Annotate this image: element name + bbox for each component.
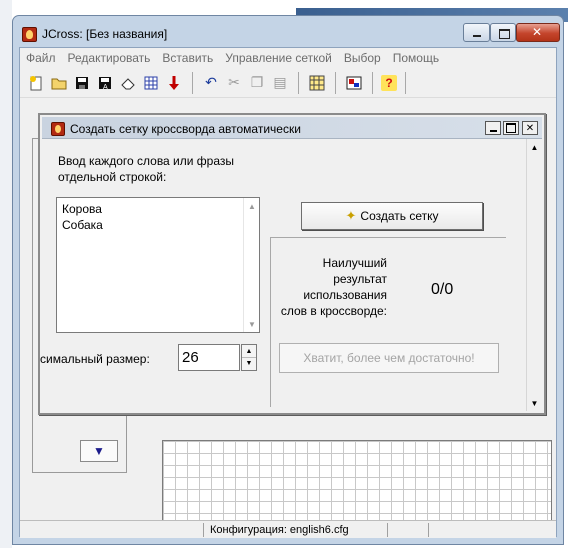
grid-icon[interactable]	[307, 73, 327, 93]
words-textarea[interactable]: Корова Собака ▲ ▼	[56, 197, 260, 333]
undo-icon[interactable]: ↶	[201, 73, 221, 93]
best-result-value: 0/0	[431, 281, 454, 298]
config-icon[interactable]	[344, 73, 364, 93]
app-icon[interactable]	[22, 27, 37, 42]
svg-text:A: A	[103, 84, 108, 91]
desktop-background	[0, 0, 12, 548]
spin-down-icon[interactable]: ▼	[242, 357, 256, 369]
dialog-scroll-down-icon[interactable]: ▼	[527, 395, 542, 411]
enough-button[interactable]: Хватит, более чем достаточно!	[279, 343, 499, 373]
dialog-maximize-button[interactable]	[503, 121, 519, 135]
grid-pattern-icon[interactable]	[141, 73, 161, 93]
status-separator	[203, 523, 204, 537]
status-separator	[428, 523, 429, 537]
window-title: JCross: [Без названия]	[42, 27, 168, 41]
words-scrollbar[interactable]: ▲ ▼	[243, 198, 259, 332]
help-icon[interactable]: ?	[381, 74, 397, 91]
dialog-app-icon[interactable]	[51, 122, 65, 136]
create-grid-dialog: Создать сетку кроссворда автоматически ✕…	[38, 113, 546, 415]
maximize-button[interactable]	[490, 23, 516, 42]
dialog-title: Создать сетку кроссворда автоматически	[70, 122, 301, 136]
copy-icon[interactable]: ❐	[247, 73, 267, 93]
menu-bar: Файл Редактировать Вставить Управление с…	[20, 48, 556, 68]
title-bar[interactable]: JCross: [Без названия]	[13, 16, 563, 46]
close-button[interactable]	[516, 23, 560, 42]
menu-file[interactable]: Файл	[26, 51, 56, 65]
dialog-minimize-button[interactable]	[485, 121, 501, 135]
move-down-button[interactable]: ▼	[80, 440, 118, 462]
max-size-stepper[interactable]: ▲ ▼	[241, 344, 257, 371]
max-size-input[interactable]	[178, 344, 240, 371]
eraser-icon[interactable]	[118, 73, 138, 93]
best-result-label: Наилучший результат использования слов в…	[280, 256, 387, 318]
status-config: Конфигурация: english6.cfg	[210, 524, 349, 536]
words-text: Корова Собака	[62, 202, 103, 232]
minimize-button[interactable]	[463, 23, 490, 42]
menu-select[interactable]: Выбор	[344, 51, 381, 65]
open-folder-icon[interactable]	[49, 73, 69, 93]
paste-icon[interactable]: ▤	[270, 73, 290, 93]
menu-edit[interactable]: Редактировать	[68, 51, 151, 65]
menu-grid[interactable]: Управление сеткой	[225, 51, 332, 65]
menu-insert[interactable]: Вставить	[162, 51, 213, 65]
dialog-title-bar[interactable]: Создать сетку кроссворда автоматически ✕	[42, 117, 542, 139]
instructions-label: Ввод каждого слова или фразы отдельной с…	[58, 154, 235, 184]
result-group: Наилучший результат использования слов в…	[270, 237, 506, 407]
toolbar-separator	[335, 71, 336, 94]
spin-up-icon[interactable]: ▲	[242, 345, 256, 357]
toolbar-separator	[298, 71, 299, 94]
save-as-icon[interactable]: A	[95, 73, 115, 93]
scroll-up-icon[interactable]: ▲	[244, 198, 260, 214]
crossword-grid[interactable]	[162, 440, 552, 532]
toolbar-separator	[192, 71, 193, 94]
menu-help[interactable]: Помощь	[393, 51, 439, 65]
down-arrow-icon: ▼	[93, 444, 105, 458]
scroll-down-icon[interactable]: ▼	[244, 316, 260, 332]
dialog-close-button[interactable]: ✕	[522, 121, 538, 135]
create-grid-button[interactable]: ✦ Создать сетку	[301, 202, 483, 230]
cut-icon[interactable]: ✂	[224, 73, 244, 93]
new-file-icon[interactable]	[26, 73, 46, 93]
red-down-arrow-icon[interactable]	[164, 73, 184, 93]
dialog-scroll-up-icon[interactable]: ▲	[527, 139, 542, 155]
toolbar: A ↶ ✂ ❐ ▤ ?	[20, 68, 556, 98]
status-bar: Конфигурация: english6.cfg	[20, 520, 556, 538]
toolbar-separator	[372, 71, 373, 94]
status-separator	[387, 523, 388, 537]
magic-wand-icon: ✦	[345, 208, 357, 223]
dialog-scrollbar[interactable]: ▲ ▼	[526, 139, 542, 411]
save-icon[interactable]	[72, 73, 92, 93]
max-size-label: симальный размер:	[40, 352, 150, 366]
toolbar-separator	[405, 71, 406, 94]
create-grid-label: Создать сетку	[360, 209, 439, 223]
